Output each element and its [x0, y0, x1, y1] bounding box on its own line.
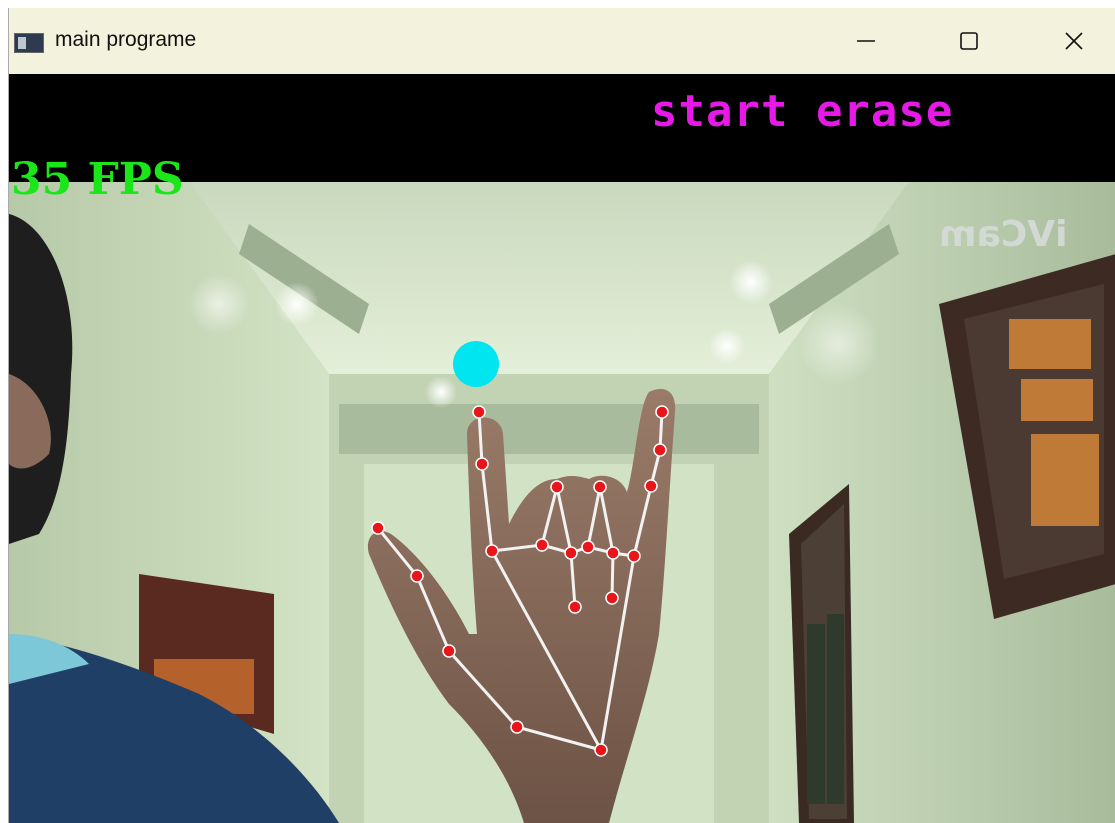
camera-feed: start erase 35 FPS iVCam — [9, 74, 1115, 823]
fps-counter: 35 FPS — [11, 154, 184, 205]
close-icon — [1065, 32, 1083, 50]
close-button[interactable] — [1039, 16, 1109, 66]
minimize-button[interactable] — [831, 16, 901, 66]
app-icon — [14, 33, 44, 53]
maximize-icon — [960, 32, 978, 50]
window-title: main programe — [55, 28, 197, 51]
maximize-button[interactable] — [934, 16, 1004, 66]
mode-status-label: start erase — [651, 86, 954, 137]
app-window: main programe start erase 35 FPS iVCam — [8, 8, 1115, 823]
minimize-icon — [857, 40, 875, 42]
title-bar[interactable]: main programe — [9, 8, 1115, 74]
hand-joints — [371, 405, 669, 757]
camera-watermark: iVCam — [939, 214, 1068, 255]
fingertip-pointer — [453, 341, 499, 387]
